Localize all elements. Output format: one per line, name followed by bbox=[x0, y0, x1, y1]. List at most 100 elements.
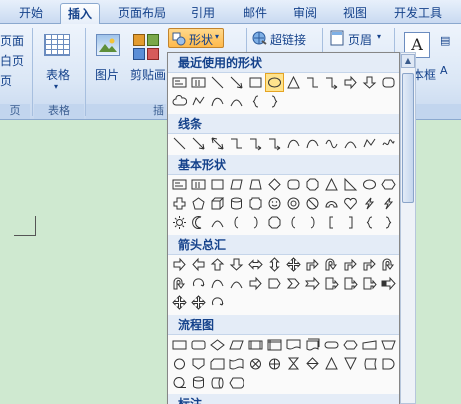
donut-shape-icon[interactable] bbox=[284, 194, 303, 213]
fc-direct-shape-icon[interactable] bbox=[208, 373, 227, 392]
quad-shape-icon[interactable] bbox=[284, 255, 303, 274]
fc-sum-shape-icon[interactable] bbox=[246, 354, 265, 373]
wordart-icon[interactable]: A bbox=[440, 64, 448, 77]
plaque-shape-icon[interactable] bbox=[246, 194, 265, 213]
quad-shape-icon[interactable] bbox=[189, 293, 208, 312]
arc-shape-icon[interactable] bbox=[227, 274, 246, 293]
tab-insert[interactable]: 插入 bbox=[60, 3, 100, 24]
larrow-shape-icon[interactable] bbox=[189, 255, 208, 274]
darrow-shape-icon[interactable] bbox=[360, 73, 379, 92]
textbox-shape-icon[interactable] bbox=[170, 175, 189, 194]
oval-shape-icon[interactable] bbox=[265, 73, 284, 92]
fc-int-shape-icon[interactable] bbox=[265, 335, 284, 354]
rrect-shape-icon[interactable] bbox=[379, 73, 398, 92]
arc-shape-icon[interactable] bbox=[341, 134, 360, 153]
rect-shape-icon[interactable] bbox=[246, 73, 265, 92]
uturn-shape-icon[interactable] bbox=[322, 255, 341, 274]
tab-mailings[interactable]: 邮件 bbox=[240, 3, 270, 24]
para-shape-icon[interactable] bbox=[227, 175, 246, 194]
scroll-up-icon[interactable]: ▲ bbox=[401, 54, 415, 68]
rect-shape-icon[interactable] bbox=[208, 175, 227, 194]
tab-review[interactable]: 审阅 bbox=[290, 3, 320, 24]
tab-home[interactable]: 开始 bbox=[14, 3, 48, 24]
cube-shape-icon[interactable] bbox=[208, 194, 227, 213]
quad-shape-icon[interactable] bbox=[170, 293, 189, 312]
curve-shape-icon[interactable] bbox=[208, 274, 227, 293]
elbow-shape-icon[interactable] bbox=[227, 134, 246, 153]
fc-data-shape-icon[interactable] bbox=[227, 335, 246, 354]
pentarrow-shape-icon[interactable] bbox=[265, 274, 284, 293]
bolt-shape-icon[interactable] bbox=[360, 194, 379, 213]
fc-off-shape-icon[interactable] bbox=[189, 354, 208, 373]
line-shape-icon[interactable] bbox=[170, 134, 189, 153]
fc-multi-shape-icon[interactable] bbox=[303, 335, 322, 354]
bent-shape-icon[interactable] bbox=[341, 255, 360, 274]
diamond-shape-icon[interactable] bbox=[265, 175, 284, 194]
squig-shape-icon[interactable] bbox=[322, 134, 341, 153]
oct-shape-icon[interactable] bbox=[303, 175, 322, 194]
hyperlink-button[interactable]: 超链接 bbox=[270, 31, 306, 48]
freeform-shape-icon[interactable] bbox=[189, 92, 208, 111]
bracket2-shape-icon[interactable] bbox=[246, 213, 265, 232]
blank-page-button[interactable]: 白页 bbox=[0, 52, 24, 69]
fc-delay-shape-icon[interactable] bbox=[379, 354, 398, 373]
fc-sort-shape-icon[interactable] bbox=[303, 354, 322, 373]
smile-shape-icon[interactable] bbox=[265, 194, 284, 213]
header-button[interactable]: 页眉 bbox=[348, 31, 372, 48]
can-shape-icon[interactable] bbox=[227, 194, 246, 213]
rarrow-shape-icon[interactable] bbox=[170, 255, 189, 274]
sun-shape-icon[interactable] bbox=[170, 213, 189, 232]
curve-shape-icon[interactable] bbox=[303, 134, 322, 153]
callout-shape-icon[interactable] bbox=[341, 274, 360, 293]
trap-shape-icon[interactable] bbox=[246, 175, 265, 194]
fc-dec-shape-icon[interactable] bbox=[208, 335, 227, 354]
circarrow-shape-icon[interactable] bbox=[189, 274, 208, 293]
sqbr2-shape-icon[interactable] bbox=[341, 213, 360, 232]
page-break-button[interactable]: 页 bbox=[0, 72, 12, 89]
fc-merge-shape-icon[interactable] bbox=[341, 354, 360, 373]
rtri-shape-icon[interactable] bbox=[341, 175, 360, 194]
moon-shape-icon[interactable] bbox=[189, 213, 208, 232]
pent-shape-icon[interactable] bbox=[189, 194, 208, 213]
elbowA-shape-icon[interactable] bbox=[265, 134, 284, 153]
uturn-shape-icon[interactable] bbox=[170, 274, 189, 293]
cover-page-button[interactable]: 页面 bbox=[0, 32, 24, 49]
rrect-shape-icon[interactable] bbox=[284, 175, 303, 194]
fc-pre-shape-icon[interactable] bbox=[246, 335, 265, 354]
callout-shape-icon[interactable] bbox=[322, 274, 341, 293]
bent-shape-icon[interactable] bbox=[360, 255, 379, 274]
fc-doc-shape-icon[interactable] bbox=[284, 335, 303, 354]
cross-shape-icon[interactable] bbox=[170, 194, 189, 213]
brace-shape-icon[interactable] bbox=[360, 213, 379, 232]
fc-card-shape-icon[interactable] bbox=[208, 354, 227, 373]
tri-shape-icon[interactable] bbox=[322, 175, 341, 194]
fc-or-shape-icon[interactable] bbox=[265, 354, 284, 373]
noSym-shape-icon[interactable] bbox=[303, 194, 322, 213]
brace2-shape-icon[interactable] bbox=[379, 213, 398, 232]
bolt-shape-icon[interactable] bbox=[379, 194, 398, 213]
fc-seq-shape-icon[interactable] bbox=[170, 373, 189, 392]
arrow-shape-icon[interactable] bbox=[189, 134, 208, 153]
cloud-shape-icon[interactable] bbox=[170, 92, 189, 111]
picture-button-label[interactable]: 图片 bbox=[95, 66, 119, 83]
uturn-shape-icon[interactable] bbox=[379, 255, 398, 274]
oct-shape-icon[interactable] bbox=[265, 213, 284, 232]
fc-alt-shape-icon[interactable] bbox=[189, 335, 208, 354]
chevron-shape-icon[interactable] bbox=[284, 274, 303, 293]
fc-man-shape-icon[interactable] bbox=[360, 335, 379, 354]
table-button-label[interactable]: 表格 bbox=[46, 66, 70, 83]
vtext-shape-icon[interactable] bbox=[189, 73, 208, 92]
brace2-shape-icon[interactable] bbox=[265, 92, 284, 111]
udarrow-shape-icon[interactable] bbox=[265, 255, 284, 274]
blockarc-shape-icon[interactable] bbox=[322, 194, 341, 213]
fc-col-shape-icon[interactable] bbox=[284, 354, 303, 373]
tab-view[interactable]: 视图 bbox=[340, 3, 370, 24]
fc-store-shape-icon[interactable] bbox=[360, 354, 379, 373]
elbow-shape-icon[interactable] bbox=[303, 73, 322, 92]
oval-shape-icon[interactable] bbox=[360, 175, 379, 194]
fc-ext-shape-icon[interactable] bbox=[322, 354, 341, 373]
callout-shape-icon[interactable] bbox=[360, 274, 379, 293]
fc-conn-shape-icon[interactable] bbox=[170, 354, 189, 373]
curve-shape-icon[interactable] bbox=[208, 92, 227, 111]
fc-manop-shape-icon[interactable] bbox=[379, 335, 398, 354]
